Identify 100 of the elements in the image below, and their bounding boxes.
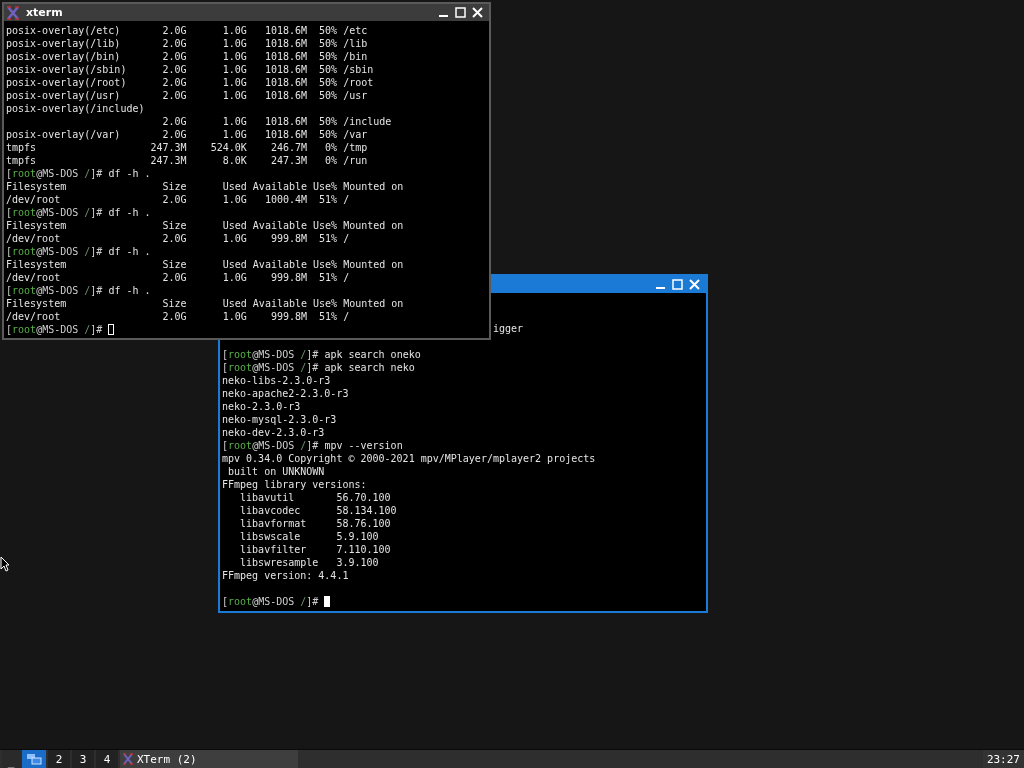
output-line: posix-overlay(/bin) 2.0G 1.0G 1018.6M 50% /bin xyxy=(6,50,368,63)
prompt-dir: / xyxy=(84,284,91,297)
mouse-pointer-icon xyxy=(0,556,10,572)
output-line: posix-overlay(/var) 2.0G 1.0G 1018.6M 50% /var xyxy=(6,128,368,141)
output-line: libswscale 5.9.100 xyxy=(239,530,379,543)
maximize-icon[interactable] xyxy=(455,7,466,18)
show-desktop-button[interactable]: _ xyxy=(2,750,20,768)
prompt-dir: / xyxy=(300,361,307,374)
prompt-user: root xyxy=(12,323,37,336)
command-text: apk search neko xyxy=(324,361,415,374)
prompt-host: @MS-DOS xyxy=(252,348,295,361)
prompt-dir: / xyxy=(300,595,307,608)
prompt-host: @MS-DOS xyxy=(36,323,79,336)
prompt-host: @MS-DOS xyxy=(36,167,79,180)
output-line: neko-apache2-2.3.0-r3 xyxy=(222,387,349,400)
prompt-symbol: ]# xyxy=(90,206,103,219)
output-line: igger xyxy=(492,322,524,335)
prompt-user: root xyxy=(228,439,253,452)
prompt-bracket: [ xyxy=(222,348,229,361)
prompt-host: @MS-DOS xyxy=(36,206,79,219)
x-logo-icon xyxy=(6,5,20,20)
prompt-user: root xyxy=(12,206,37,219)
output-line: built on UNKNOWN xyxy=(227,465,325,478)
prompt-user: root xyxy=(12,245,37,258)
output-line: /dev/root 2.0G 1.0G 1000.4M 51% / xyxy=(6,193,350,206)
prompt-bracket: [ xyxy=(6,284,13,297)
prompt-dir: / xyxy=(84,245,91,258)
prompt-user: root xyxy=(228,595,253,608)
prompt-bracket: [ xyxy=(222,439,229,452)
output-line: FFmpeg library versions: xyxy=(222,478,367,491)
output-line: posix-overlay(/include) xyxy=(6,102,145,115)
output-line: posix-overlay(/etc) 2.0G 1.0G 1018.6M 50% /etc xyxy=(6,24,368,37)
prompt-symbol: ]# xyxy=(306,348,319,361)
x-logo-icon xyxy=(122,753,134,765)
output-line: libavcodec 58.134.100 xyxy=(239,504,397,517)
output-line: /dev/root 2.0G 1.0G 999.8M 51% / xyxy=(6,232,350,245)
prompt-user: root xyxy=(12,167,37,180)
desktop-button[interactable] xyxy=(22,750,46,768)
command-text: df -h . xyxy=(108,245,151,258)
desktop-button[interactable]: 3 xyxy=(72,750,94,768)
prompt-symbol: ]# xyxy=(306,361,319,374)
prompt-dir: / xyxy=(84,167,91,180)
task-title: XTerm (2) xyxy=(137,752,197,766)
prompt-dir: / xyxy=(84,323,91,336)
prompt-bracket: [ xyxy=(222,361,229,374)
prompt-dir: / xyxy=(300,439,307,452)
output-line: Filesystem Size Used Available Use% Mounted on xyxy=(6,258,404,271)
command-text: df -h . xyxy=(108,206,151,219)
output-line: posix-overlay(/lib) 2.0G 1.0G 1018.6M 50% /lib xyxy=(6,37,368,50)
output-line: Filesystem Size Used Available Use% Mounted on xyxy=(6,219,404,232)
output-line: tmpfs 247.3M 524.0K 246.7M 0% /tmp xyxy=(6,141,368,154)
command-text: apk search oneko xyxy=(324,348,421,361)
prompt-user: root xyxy=(228,361,253,374)
prompt-symbol: ]# xyxy=(90,284,103,297)
prompt-symbol: ]# xyxy=(90,323,103,336)
close-icon[interactable] xyxy=(472,7,483,18)
output-line: neko-dev-2.3.0-r3 xyxy=(222,426,325,439)
window-title: xterm xyxy=(26,6,64,19)
output-line: Filesystem Size Used Available Use% Mounted on xyxy=(6,180,404,193)
desktop-icon xyxy=(26,753,42,765)
output-line: posix-overlay(/sbin) 2.0G 1.0G 1018.6M 50% /sbin xyxy=(6,63,374,76)
output-line: /dev/root 2.0G 1.0G 999.8M 51% / xyxy=(6,310,350,323)
prompt-host: @MS-DOS xyxy=(252,361,295,374)
prompt-symbol: ]# xyxy=(306,439,319,452)
output-line: tmpfs 247.3M 8.0K 247.3M 0% /run xyxy=(6,154,368,167)
output-line: libavfilter 7.110.100 xyxy=(239,543,391,556)
output-line: neko-mysql-2.3.0-r3 xyxy=(222,413,337,426)
prompt-bracket: [ xyxy=(6,245,13,258)
output-line: neko-2.3.0-r3 xyxy=(222,400,301,413)
prompt-host: @MS-DOS xyxy=(36,284,79,297)
prompt-host: @MS-DOS xyxy=(252,595,295,608)
output-line: posix-overlay(/usr) 2.0G 1.0G 1018.6M 50% /usr xyxy=(6,89,368,102)
prompt-dir: / xyxy=(300,348,307,361)
prompt-dir: / xyxy=(84,206,91,219)
prompt-symbol: ]# xyxy=(90,167,103,180)
prompt-host: @MS-DOS xyxy=(252,439,295,452)
output-line: 2.0G 1.0G 1018.6M 50% /include xyxy=(161,115,392,128)
prompt-user: root xyxy=(228,348,253,361)
prompt-bracket: [ xyxy=(6,323,13,336)
prompt-bracket: [ xyxy=(222,595,229,608)
desktop-button[interactable]: 4 xyxy=(96,750,118,768)
output-line: posix-overlay(/root) 2.0G 1.0G 1018.6M 50% /root xyxy=(6,76,374,89)
output-line: neko-libs-2.3.0-r3 xyxy=(222,374,331,387)
command-text: df -h . xyxy=(108,167,151,180)
output-line: libavutil 56.70.100 xyxy=(239,491,391,504)
command-text: mpv --version xyxy=(324,439,403,452)
output-line: Filesystem Size Used Available Use% Mounted on xyxy=(6,297,404,310)
taskbar-task[interactable]: XTerm (2) xyxy=(120,750,298,768)
prompt-bracket: [ xyxy=(6,206,13,219)
desktop-button[interactable]: 2 xyxy=(48,750,70,768)
command-text: df -h . xyxy=(108,284,151,297)
prompt-bracket: [ xyxy=(6,167,13,180)
output-line: /dev/root 2.0G 1.0G 999.8M 51% / xyxy=(6,271,350,284)
clock: 23:27 xyxy=(982,750,1024,768)
prompt-host: @MS-DOS xyxy=(36,245,79,258)
prompt-user: root xyxy=(12,284,37,297)
output-line: mpv 0.34.0 Copyright © 2000-2021 mpv/MPlayer/mplayer2 projects xyxy=(222,452,596,465)
prompt-symbol: ]# xyxy=(306,595,319,608)
output-line: libswresample 3.9.100 xyxy=(239,556,379,569)
prompt-symbol: ]# xyxy=(90,245,103,258)
